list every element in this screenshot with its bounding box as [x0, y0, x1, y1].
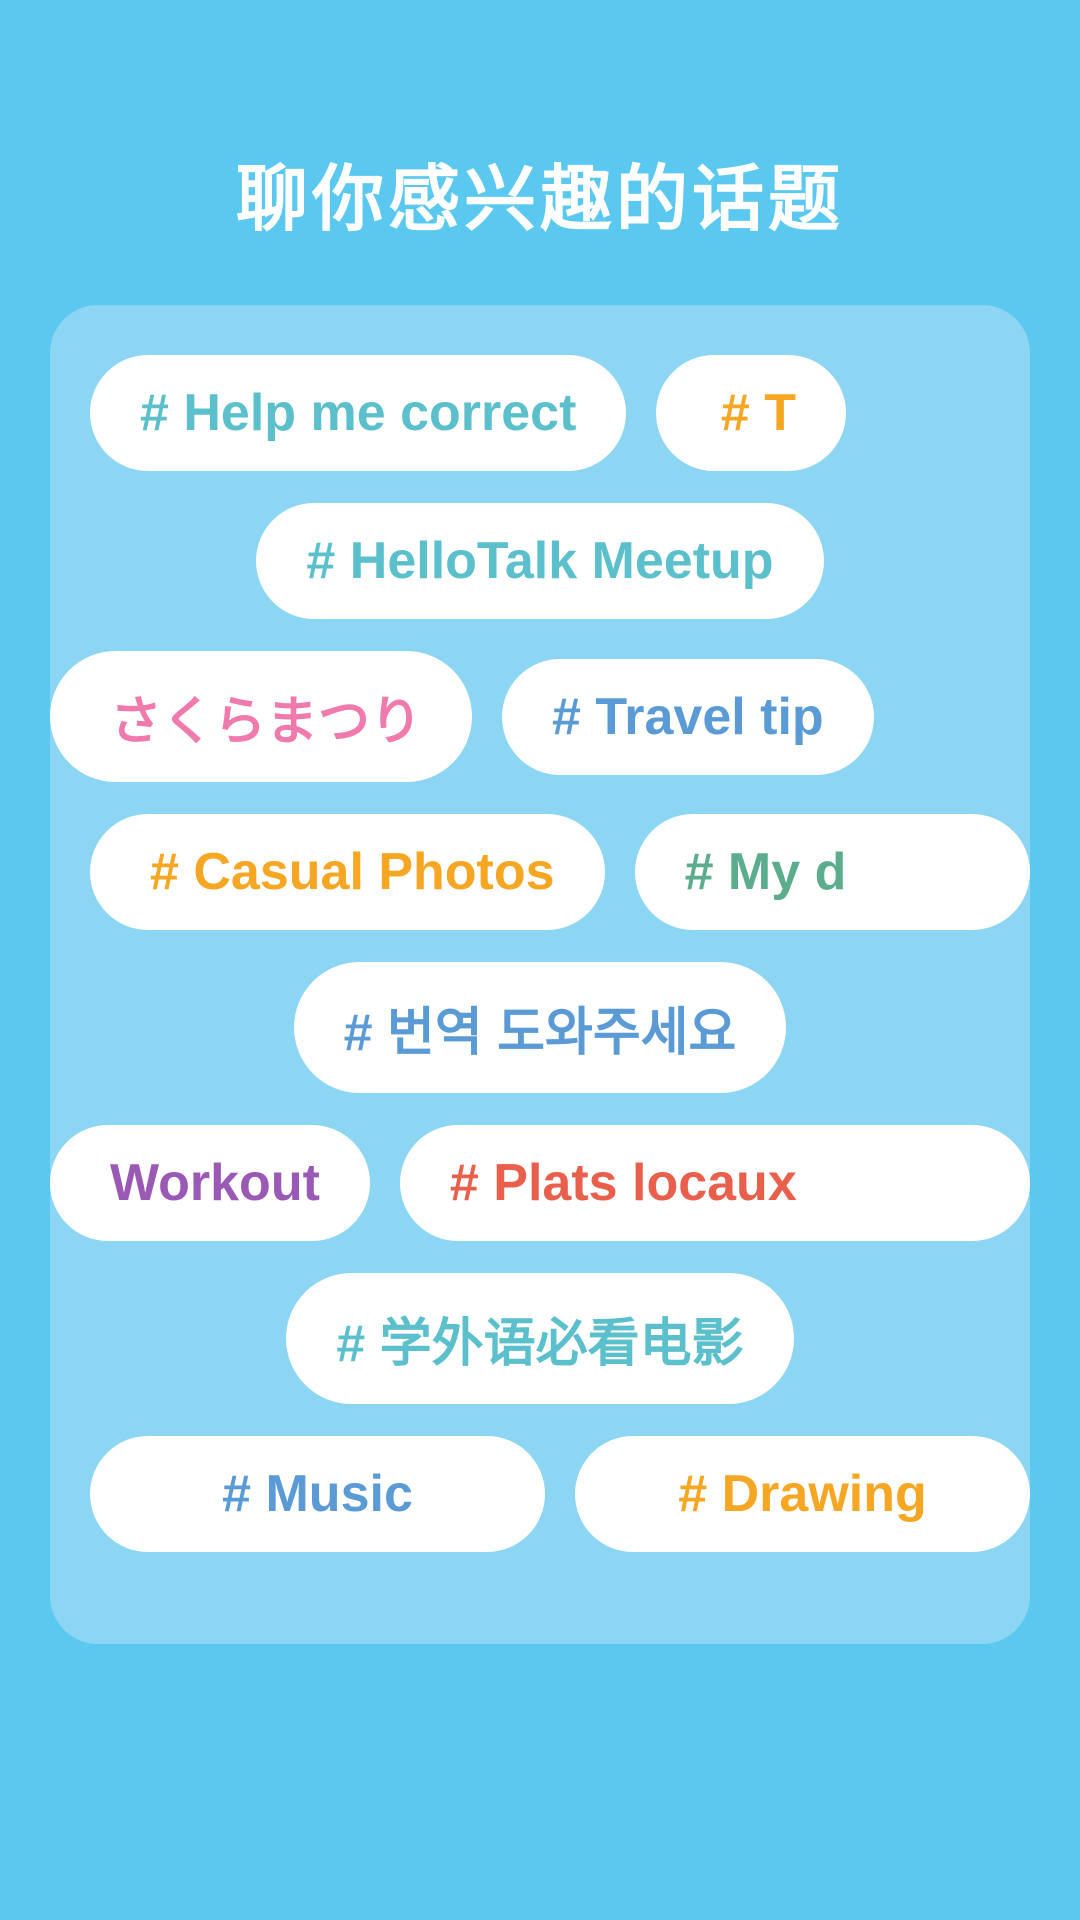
tag-hellotalk-meetup[interactable]: # HelloTalk Meetup	[256, 503, 823, 619]
tag-drawing[interactable]: # Drawing	[575, 1436, 1030, 1552]
tag-help-me-correct[interactable]: # Help me correct	[90, 355, 626, 471]
tag-music[interactable]: # Music	[90, 1436, 545, 1552]
tags-row-8: # Music # Drawing	[90, 1436, 1030, 1552]
tag-translation-help[interactable]: # 번역 도와주세요	[294, 962, 787, 1093]
tag-movies-for-language[interactable]: # 学外语必看电影	[286, 1273, 793, 1404]
tags-row-4: # Casual Photos # My d	[90, 814, 1030, 930]
tags-row-1: # Help me correct # T	[90, 355, 1030, 471]
page-title: 聊你感兴趣的话题	[0, 0, 1080, 305]
tag-partial-1[interactable]: # T	[656, 355, 846, 471]
tag-my-d[interactable]: # My d	[635, 814, 1030, 930]
tag-travel-tip[interactable]: # Travel tip	[502, 659, 874, 775]
tag-sakura[interactable]: さくらまつり	[50, 651, 472, 782]
tag-casual-photos[interactable]: # Casual Photos	[90, 814, 605, 930]
tags-row-6: Workout # Plats locaux	[50, 1125, 1030, 1241]
topics-card: # Help me correct # T # HelloTalk Meetup…	[50, 305, 1030, 1644]
tag-workout[interactable]: Workout	[50, 1125, 370, 1241]
tags-row-3: さくらまつり # Travel tip	[50, 651, 1030, 782]
tag-plats-locaux[interactable]: # Plats locaux	[400, 1125, 1030, 1241]
